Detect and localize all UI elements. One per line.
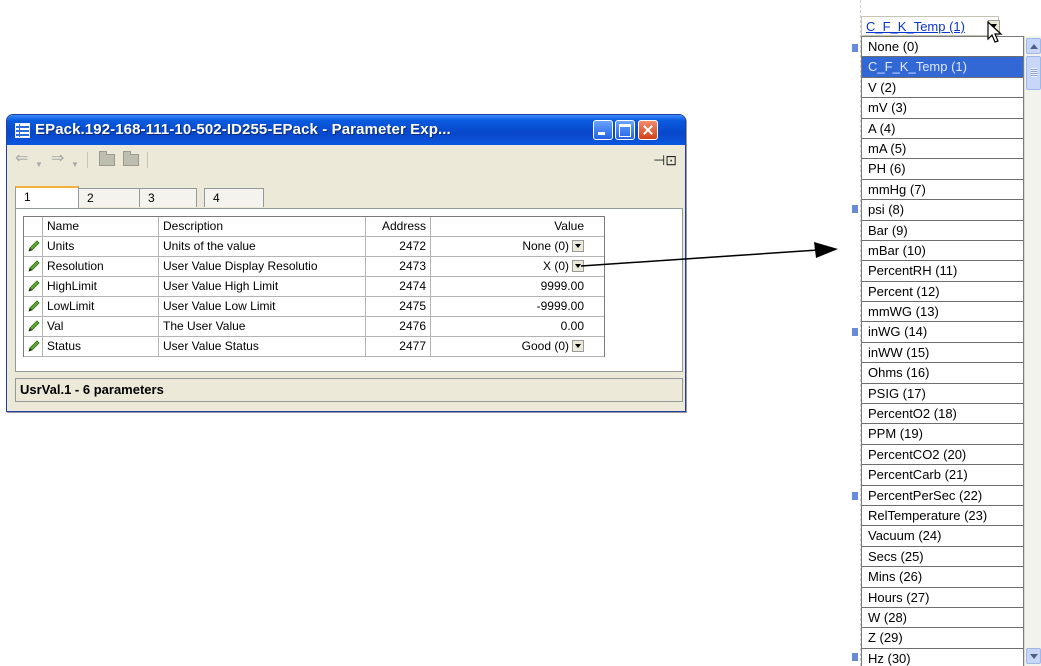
dropdown-option[interactable]: Ohms (16)	[862, 363, 1023, 384]
dropdown-option[interactable]: mmHg (7)	[862, 180, 1023, 201]
dropdown-option[interactable]: PercentCarb (21)	[862, 465, 1023, 486]
arrow-line	[580, 249, 819, 267]
dropdown-option[interactable]: Vacuum (24)	[862, 526, 1023, 547]
dropdown-option[interactable]: mA (5)	[862, 139, 1023, 160]
dropdown-option[interactable]: A (4)	[862, 119, 1023, 139]
dropdown-option[interactable]: W (28)	[862, 608, 1023, 629]
dropdown-option[interactable]: Bar (9)	[862, 221, 1023, 241]
scroll-down-icon[interactable]	[1026, 648, 1041, 664]
dropdown-option[interactable]: PH (6)	[862, 159, 1023, 180]
dropdown-option[interactable]: inWW (15)	[862, 343, 1023, 364]
dropdown-option[interactable]: PercentO2 (18)	[862, 404, 1023, 425]
dropdown-option[interactable]: inWG (14)	[862, 322, 1023, 343]
dropdown-option[interactable]: mV (3)	[862, 98, 1023, 119]
units-combobox[interactable]: C_F_K_Temp (1)	[861, 16, 1000, 36]
dropdown-option[interactable]: Z (29)	[862, 628, 1023, 649]
dropdown-option[interactable]: Percent (12)	[862, 282, 1023, 303]
units-option-list: None (0) C_F_K_Temp (1) V (2) mV (3) A (4) mA…	[861, 36, 1024, 666]
dropdown-option[interactable]: RelTemperature (23)	[862, 506, 1023, 527]
vertical-scrollbar[interactable]	[1024, 36, 1041, 666]
dropdown-option[interactable]: PSIG (17)	[862, 384, 1023, 405]
background-window-edge	[852, 0, 861, 666]
tab-1[interactable]: 1	[15, 186, 79, 208]
dropdown-option[interactable]: PercentPerSec (22)	[862, 486, 1023, 506]
dropdown-option[interactable]: PPM (19)	[862, 424, 1023, 445]
dropdown-option[interactable]: PercentCO2 (20)	[862, 445, 1023, 466]
mouse-pointer-icon	[987, 20, 1003, 43]
dropdown-option[interactable]: Hours (27)	[862, 588, 1023, 608]
dropdown-option[interactable]: Mins (26)	[862, 567, 1023, 588]
dropdown-option[interactable]: PercentRH (11)	[862, 261, 1023, 282]
dropdown-option[interactable]: mmWG (13)	[862, 302, 1023, 323]
scroll-up-icon[interactable]	[1026, 38, 1041, 54]
dropdown-option[interactable]: C_F_K_Temp (1)	[862, 57, 1023, 78]
dropdown-option[interactable]: V (2)	[862, 78, 1023, 99]
arrow-head	[814, 242, 838, 258]
dropdown-option[interactable]: psi (8)	[862, 200, 1023, 221]
dropdown-option[interactable]: Secs (25)	[862, 547, 1023, 568]
dropdown-option[interactable]: Hz (30)	[862, 649, 1023, 666]
dropdown-option[interactable]: mBar (10)	[862, 241, 1023, 262]
scroll-thumb[interactable]	[1026, 56, 1041, 90]
units-dropdown-panel: C_F_K_Temp (1) None (0) C_F_K_Temp (1) V (…	[852, 0, 1041, 666]
combobox-value: C_F_K_Temp (1)	[866, 19, 965, 34]
